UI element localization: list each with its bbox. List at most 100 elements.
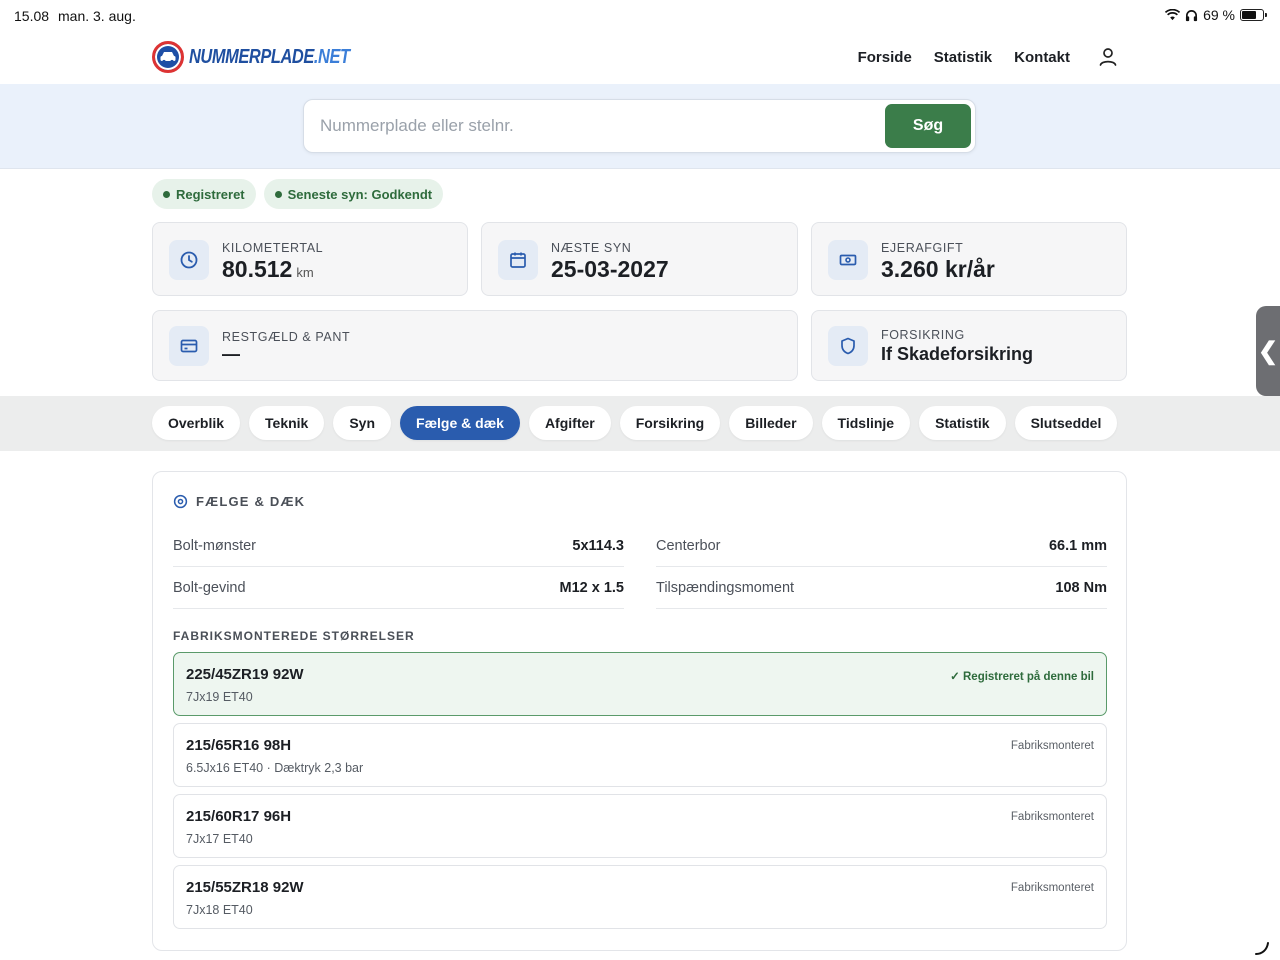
card-value: If Skadeforsikring: [881, 344, 1034, 364]
battery-icon: [1240, 9, 1267, 21]
logo-suffix: .NET: [313, 45, 350, 68]
rim-spec: 7Jx17 ET40: [186, 832, 253, 846]
resize-icon: [1255, 942, 1269, 955]
rim-spec: 7Jx18 ET40: [186, 903, 253, 917]
tire-size: 215/60R17 96H: [186, 808, 292, 825]
status-badges: Registreret Seneste syn: Godkendt: [152, 179, 444, 209]
tab-slutseddel[interactable]: Slutseddel: [1014, 406, 1118, 440]
battery-fill: [1242, 11, 1256, 19]
tab-bar: Overblik Teknik Syn Fælge & dæk Afgifter…: [152, 406, 1118, 440]
size-option-registered[interactable]: 225/45ZR19 92W 7Jx19 ET40 ✓ Registreret …: [173, 652, 1107, 716]
side-panel-handle[interactable]: ❮: [1256, 306, 1280, 396]
status-time: 15.08: [14, 8, 50, 24]
card-label: KILOMETERTAL: [222, 241, 324, 255]
tab-faelge-daek[interactable]: Fælge & dæk: [400, 406, 520, 440]
registered-tag: ✓ Registreret på denne bil: [950, 671, 1094, 683]
status-dot-icon: [274, 190, 282, 198]
card-naeste-syn: NÆSTE SYN 25-03-2027: [481, 222, 798, 296]
spec-value: 66.1 mm: [1048, 537, 1107, 554]
card-value: —: [222, 344, 240, 364]
factory-tag: Fabriksmonteret: [1010, 740, 1094, 752]
logo-main: NUMMERPLADE: [189, 45, 314, 68]
nav-kontakt[interactable]: Kontakt: [1014, 49, 1070, 66]
panel-title-text: FÆLGE & DÆK: [196, 494, 306, 509]
size-option[interactable]: 215/65R16 98H 6.5Jx16 ET40 · Dæktryk 2,3…: [173, 723, 1107, 787]
wheel-icon: [173, 494, 188, 509]
status-right: 69 %: [1165, 7, 1267, 23]
money-icon: [828, 240, 868, 280]
size-option[interactable]: 215/60R17 96H 7Jx17 ET40 Fabriksmonteret: [173, 794, 1107, 858]
site-header: NUMMERPLADE.NET Forside Statistik Kontak…: [0, 30, 1280, 84]
search-box: Søg: [303, 99, 976, 153]
spec-label: Tilspændingsmoment: [656, 579, 795, 596]
spec-value: 5x114.3: [572, 537, 624, 554]
card-kilometertal: KILOMETERTAL 80.512 km: [152, 222, 468, 296]
spec-bolt-pattern: Bolt-mønster 5x114.3: [173, 525, 624, 567]
rim-spec: 6.5Jx16 ET40 · Dæktryk 2,3 bar: [186, 761, 364, 775]
rim-spec: 7Jx19 ET40: [186, 690, 253, 704]
car-icon: [152, 41, 184, 73]
spec-value: 108 Nm: [1055, 579, 1107, 596]
main-nav: Forside Statistik Kontakt: [858, 30, 1120, 84]
status-dot-icon: [163, 190, 170, 198]
tab-teknik[interactable]: Teknik: [249, 406, 325, 440]
badge-label: Registreret: [176, 186, 245, 202]
clock-icon: [169, 240, 209, 280]
status-badge-registered: Registreret: [152, 179, 256, 209]
headphones-icon: [1186, 9, 1198, 21]
wifi-icon: [1165, 9, 1181, 21]
site-logo[interactable]: NUMMERPLADE.NET: [152, 41, 385, 73]
shield-icon: [828, 326, 868, 366]
badge-label: Seneste syn: Godkendt: [287, 186, 433, 202]
sizes-heading: FABRIKSMONTEREDE STØRRELSER: [173, 629, 415, 643]
tabs-section: Overblik Teknik Syn Fælge & dæk Afgifter…: [0, 396, 1280, 451]
card-icon: [169, 326, 209, 366]
spec-torque: Tilspændingsmoment 108 Nm: [656, 567, 1107, 609]
spec-label: Bolt-gevind: [173, 579, 246, 596]
tab-tidslinje[interactable]: Tidslinje: [821, 406, 911, 440]
tab-forsikring[interactable]: Forsikring: [619, 406, 721, 440]
card-value: 25-03-2027: [551, 256, 669, 282]
tire-size: 225/45ZR19 92W: [186, 666, 304, 683]
wheels-tires-panel: FÆLGE & DÆK Bolt-mønster 5x114.3 Centerb…: [152, 471, 1127, 951]
card-label: EJERAFGIFT: [881, 241, 964, 255]
chevron-left-icon: ❮: [1257, 337, 1279, 365]
card-restgaeld: RESTGÆLD & PANT —: [152, 310, 798, 381]
battery-percent: 69 %: [1203, 7, 1235, 23]
size-option[interactable]: 215/55ZR18 92W 7Jx18 ET40 Fabriksmontere…: [173, 865, 1107, 929]
tab-overblik[interactable]: Overblik: [152, 406, 241, 440]
km-unit: km: [296, 265, 314, 280]
panel-title: FÆLGE & DÆK: [173, 494, 305, 509]
spec-value: M12 x 1.5: [559, 579, 625, 596]
card-label: RESTGÆLD & PANT: [222, 330, 351, 344]
tire-size: 215/65R16 98H: [186, 737, 292, 754]
status-date: man. 3. aug.: [58, 8, 136, 24]
calendar-icon: [498, 240, 538, 280]
status-badge-inspection: Seneste syn: Godkendt: [263, 179, 444, 209]
spec-label: Centerbor: [656, 537, 721, 554]
km-value: 80.512: [222, 256, 293, 282]
logo-text: NUMMERPLADE.NET: [189, 46, 350, 69]
search-section: Søg: [0, 84, 1280, 169]
user-icon[interactable]: [1096, 45, 1120, 69]
spec-center-bore: Centerbor 66.1 mm: [656, 525, 1107, 567]
card-label: NÆSTE SYN: [551, 241, 632, 255]
nav-forside[interactable]: Forside: [858, 49, 912, 66]
spec-bolt-thread: Bolt-gevind M12 x 1.5: [173, 567, 624, 609]
card-value: 80.512 km: [222, 256, 314, 283]
spec-label: Bolt-mønster: [173, 537, 256, 554]
nav-statistik[interactable]: Statistik: [934, 49, 992, 66]
tab-statistik[interactable]: Statistik: [919, 406, 1006, 440]
search-input[interactable]: [320, 100, 880, 152]
tab-syn[interactable]: Syn: [333, 406, 392, 440]
factory-tag: Fabriksmonteret: [1010, 882, 1094, 894]
tire-size: 215/55ZR18 92W: [186, 879, 304, 896]
tab-afgifter[interactable]: Afgifter: [528, 406, 611, 440]
status-bar: 15.08 man. 3. aug. 69 %: [0, 0, 1280, 30]
search-button[interactable]: Søg: [885, 104, 971, 148]
factory-tag: Fabriksmonteret: [1010, 811, 1094, 823]
tab-billeder[interactable]: Billeder: [729, 406, 813, 440]
card-forsikring: FORSIKRING If Skadeforsikring: [811, 310, 1127, 381]
card-label: FORSIKRING: [881, 328, 965, 342]
card-value: 3.260 kr/år: [881, 256, 995, 282]
